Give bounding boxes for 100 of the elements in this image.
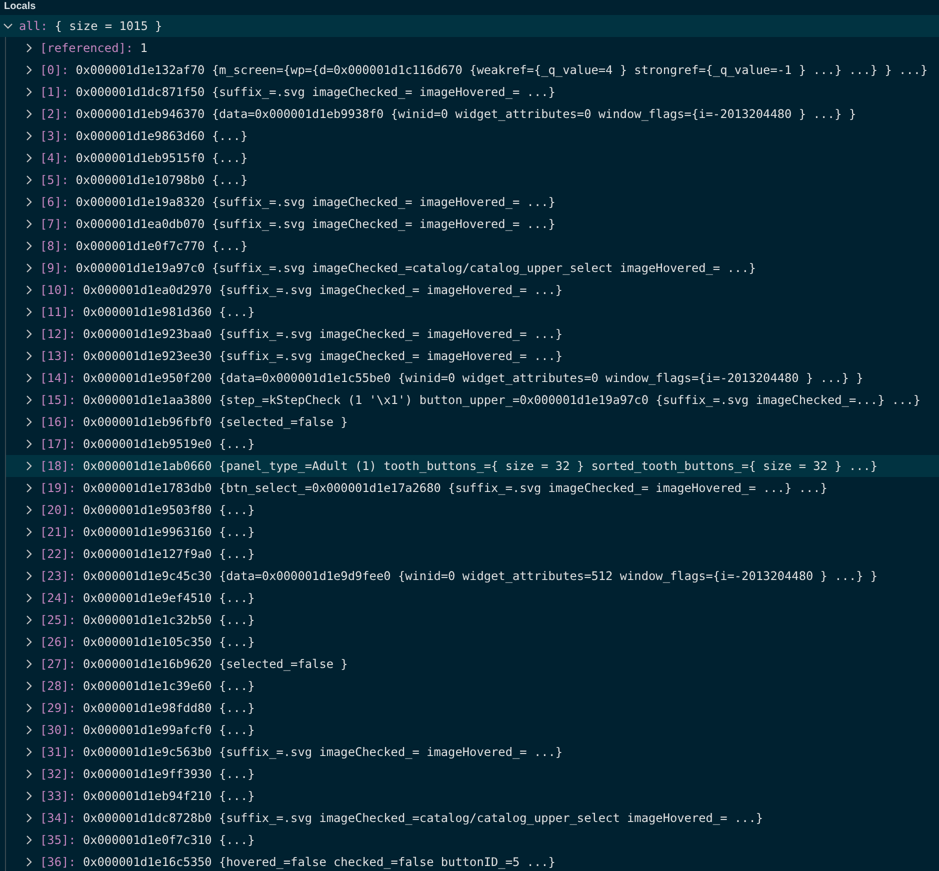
chevron-icon[interactable] [24,263,34,273]
tree-row[interactable]: [8]: 0x000001d1e0f7c770 {...} [6,235,939,257]
variable-name: all: [19,19,48,33]
variable-name: [18]: [40,459,76,473]
chevron-icon[interactable] [24,835,34,845]
variable-name: [25]: [40,613,76,627]
tree-row[interactable]: [31]: 0x000001d1e9c563b0 {suffix_=.svg imageChecked_= imageHovered_= ...} [6,741,939,763]
variable-value: 0x000001d1eb96fbf0 {selected_=false } [82,415,348,429]
chevron-icon[interactable] [24,461,34,471]
tree-row[interactable]: [22]: 0x000001d1e127f9a0 {...} [6,543,939,565]
variable-name: [19]: [40,481,76,495]
tree-row[interactable]: [2]: 0x000001d1eb946370 {data=0x000001d1eb9938f0 {winid=0 widget_attributes=0 window_flags={i=-2013204480 } ...} } [6,103,939,125]
variable-value: 0x000001d1e16b9620 {selected_=false } [82,657,348,671]
chevron-icon[interactable] [3,21,13,31]
chevron-icon[interactable] [24,725,34,735]
tree-row[interactable]: [9]: 0x000001d1e19a97c0 {suffix_=.svg imageChecked_=catalog/catalog_upper_select imageHovered_= ...} [6,257,939,279]
tree-row[interactable]: [5]: 0x000001d1e10798b0 {...} [6,169,939,191]
variable-name: [4]: [40,151,69,165]
chevron-icon[interactable] [24,703,34,713]
chevron-icon[interactable] [24,439,34,449]
variable-value: 0x000001d1ea0d2970 {suffix_=.svg imageChecked_= imageHovered_= ...} [82,283,563,297]
chevron-icon[interactable] [24,813,34,823]
tree-row[interactable]: [36]: 0x000001d1e16c5350 {hovered_=false checked_=false buttonID_=5 ...} [6,851,939,871]
chevron-icon[interactable] [24,615,34,625]
chevron-icon[interactable] [24,505,34,515]
chevron-icon[interactable] [24,307,34,317]
tree-row[interactable]: [32]: 0x000001d1e9ff3930 {...} [6,763,939,785]
chevron-icon[interactable] [24,373,34,383]
chevron-icon[interactable] [24,681,34,691]
tree-row[interactable]: [19]: 0x000001d1e1783db0 {btn_select_=0x000001d1e17a2680 {suffix_=.svg imageChecked_= imageHovered_= ...} ...} [6,477,939,499]
chevron-icon[interactable] [24,219,34,229]
chevron-icon[interactable] [24,659,34,669]
tree-row[interactable]: [26]: 0x000001d1e105c350 {...} [6,631,939,653]
tree-row[interactable]: [18]: 0x000001d1e1ab0660 {panel_type_=Adult (1) tooth_buttons_={ size = 32 } sorted_tooth_buttons_={ size = 32 } ...} [6,455,939,477]
chevron-icon[interactable] [24,197,34,207]
tree-row[interactable]: [29]: 0x000001d1e98fdd80 {...} [6,697,939,719]
tree-row[interactable]: [15]: 0x000001d1e1aa3800 {step_=kStepCheck (1 '\x1') button_upper_=0x000001d1e19a97c0 {suffix_=.svg imageChecked_=...} ...} [6,389,939,411]
variable-name: [30]: [40,723,76,737]
chevron-icon[interactable] [24,857,34,867]
chevron-icon[interactable] [24,637,34,647]
chevron-icon[interactable] [24,769,34,779]
chevron-icon[interactable] [24,395,34,405]
tree-row[interactable]: [4]: 0x000001d1eb9515f0 {...} [6,147,939,169]
tree-row[interactable]: [17]: 0x000001d1eb9519e0 {...} [6,433,939,455]
tree-row[interactable]: [10]: 0x000001d1ea0d2970 {suffix_=.svg imageChecked_= imageHovered_= ...} [6,279,939,301]
chevron-icon[interactable] [24,747,34,757]
tree-row[interactable]: [3]: 0x000001d1e9863d60 {...} [6,125,939,147]
tree-row[interactable]: [25]: 0x000001d1e1c32b50 {...} [6,609,939,631]
variable-name: [21]: [40,525,76,539]
chevron-icon[interactable] [24,153,34,163]
tree-row[interactable]: [14]: 0x000001d1e950f200 {data=0x000001d1e1c55be0 {winid=0 widget_attributes=0 window_flags={i=-2013204480 } ...} } [6,367,939,389]
tree-row[interactable]: [24]: 0x000001d1e9ef4510 {...} [6,587,939,609]
tree-row[interactable]: [13]: 0x000001d1e923ee30 {suffix_=.svg imageChecked_= imageHovered_= ...} [6,345,939,367]
chevron-icon[interactable] [24,109,34,119]
variable-value: 0x000001d1e10798b0 {...} [74,173,248,187]
chevron-icon[interactable] [24,131,34,141]
tree-row[interactable]: [27]: 0x000001d1e16b9620 {selected_=false } [6,653,939,675]
chevron-icon[interactable] [24,285,34,295]
chevron-icon[interactable] [24,549,34,559]
chevron-icon[interactable] [24,571,34,581]
variable-value: 0x000001d1e0f7c770 {...} [74,239,248,253]
chevron-icon[interactable] [24,43,34,53]
tree-row[interactable]: [7]: 0x000001d1ea0db070 {suffix_=.svg imageChecked_= imageHovered_= ...} [6,213,939,235]
tree-row[interactable]: [6]: 0x000001d1e19a8320 {suffix_=.svg imageChecked_= imageHovered_= ...} [6,191,939,213]
tree-row[interactable]: [12]: 0x000001d1e923baa0 {suffix_=.svg imageChecked_= imageHovered_= ...} [6,323,939,345]
chevron-icon[interactable] [24,417,34,427]
chevron-icon[interactable] [24,593,34,603]
variable-value: 0x000001d1eb94f210 {...} [82,789,255,803]
tree-row[interactable]: [1]: 0x000001d1dc871f50 {suffix_=.svg imageChecked_= imageHovered_= ...} [6,81,939,103]
tree-row[interactable]: [20]: 0x000001d1e9503f80 {...} [6,499,939,521]
chevron-icon[interactable] [24,483,34,493]
tree-row[interactable]: [35]: 0x000001d1e0f7c310 {...} [6,829,939,851]
tree-row[interactable]: [0]: 0x000001d1e132af70 {m_screen={wp={d=0x000001d1c116d670 {weakref={_q_value=4 } strongref={_q_value=-1 } ...} ...} } ...} [6,59,939,81]
variable-value: 0x000001d1e99afcf0 {...} [82,723,255,737]
tree-row[interactable]: [23]: 0x000001d1e9c45c30 {data=0x000001d1e9d9fee0 {winid=0 widget_attributes=512 window_flags={i=-2013204480 } ...} } [6,565,939,587]
variable-value: 0x000001d1eb9519e0 {...} [82,437,255,451]
variable-name: [23]: [40,569,76,583]
tree-row[interactable]: [28]: 0x000001d1e1c39e60 {...} [6,675,939,697]
tree-row[interactable]: [34]: 0x000001d1dc8728b0 {suffix_=.svg imageChecked_=catalog/catalog_upper_select imageHovered_= ...} [6,807,939,829]
tree-row[interactable]: [11]: 0x000001d1e981d360 {...} [6,301,939,323]
variable-name: [1]: [40,85,69,99]
tree-row[interactable]: [21]: 0x000001d1e9963160 {...} [6,521,939,543]
variable-value: 0x000001d1e98fdd80 {...} [82,701,255,715]
chevron-icon[interactable] [24,87,34,97]
chevron-icon[interactable] [24,175,34,185]
tree-row[interactable]: [33]: 0x000001d1eb94f210 {...} [6,785,939,807]
variable-name: [referenced]: [40,41,134,55]
variable-name: [5]: [40,173,69,187]
tree-row[interactable]: [16]: 0x000001d1eb96fbf0 {selected_=false } [6,411,939,433]
tree-row[interactable]: all: { size = 1015 } [0,15,939,37]
tree-row[interactable]: [30]: 0x000001d1e99afcf0 {...} [6,719,939,741]
chevron-icon[interactable] [24,527,34,537]
variable-value: 0x000001d1e0f7c310 {...} [82,833,255,847]
variable-name: [36]: [40,855,76,869]
chevron-icon[interactable] [24,329,34,339]
chevron-icon[interactable] [24,351,34,361]
chevron-icon[interactable] [24,65,34,75]
tree-row[interactable]: [referenced]: 1 [6,37,939,59]
chevron-icon[interactable] [24,791,34,801]
chevron-icon[interactable] [24,241,34,251]
